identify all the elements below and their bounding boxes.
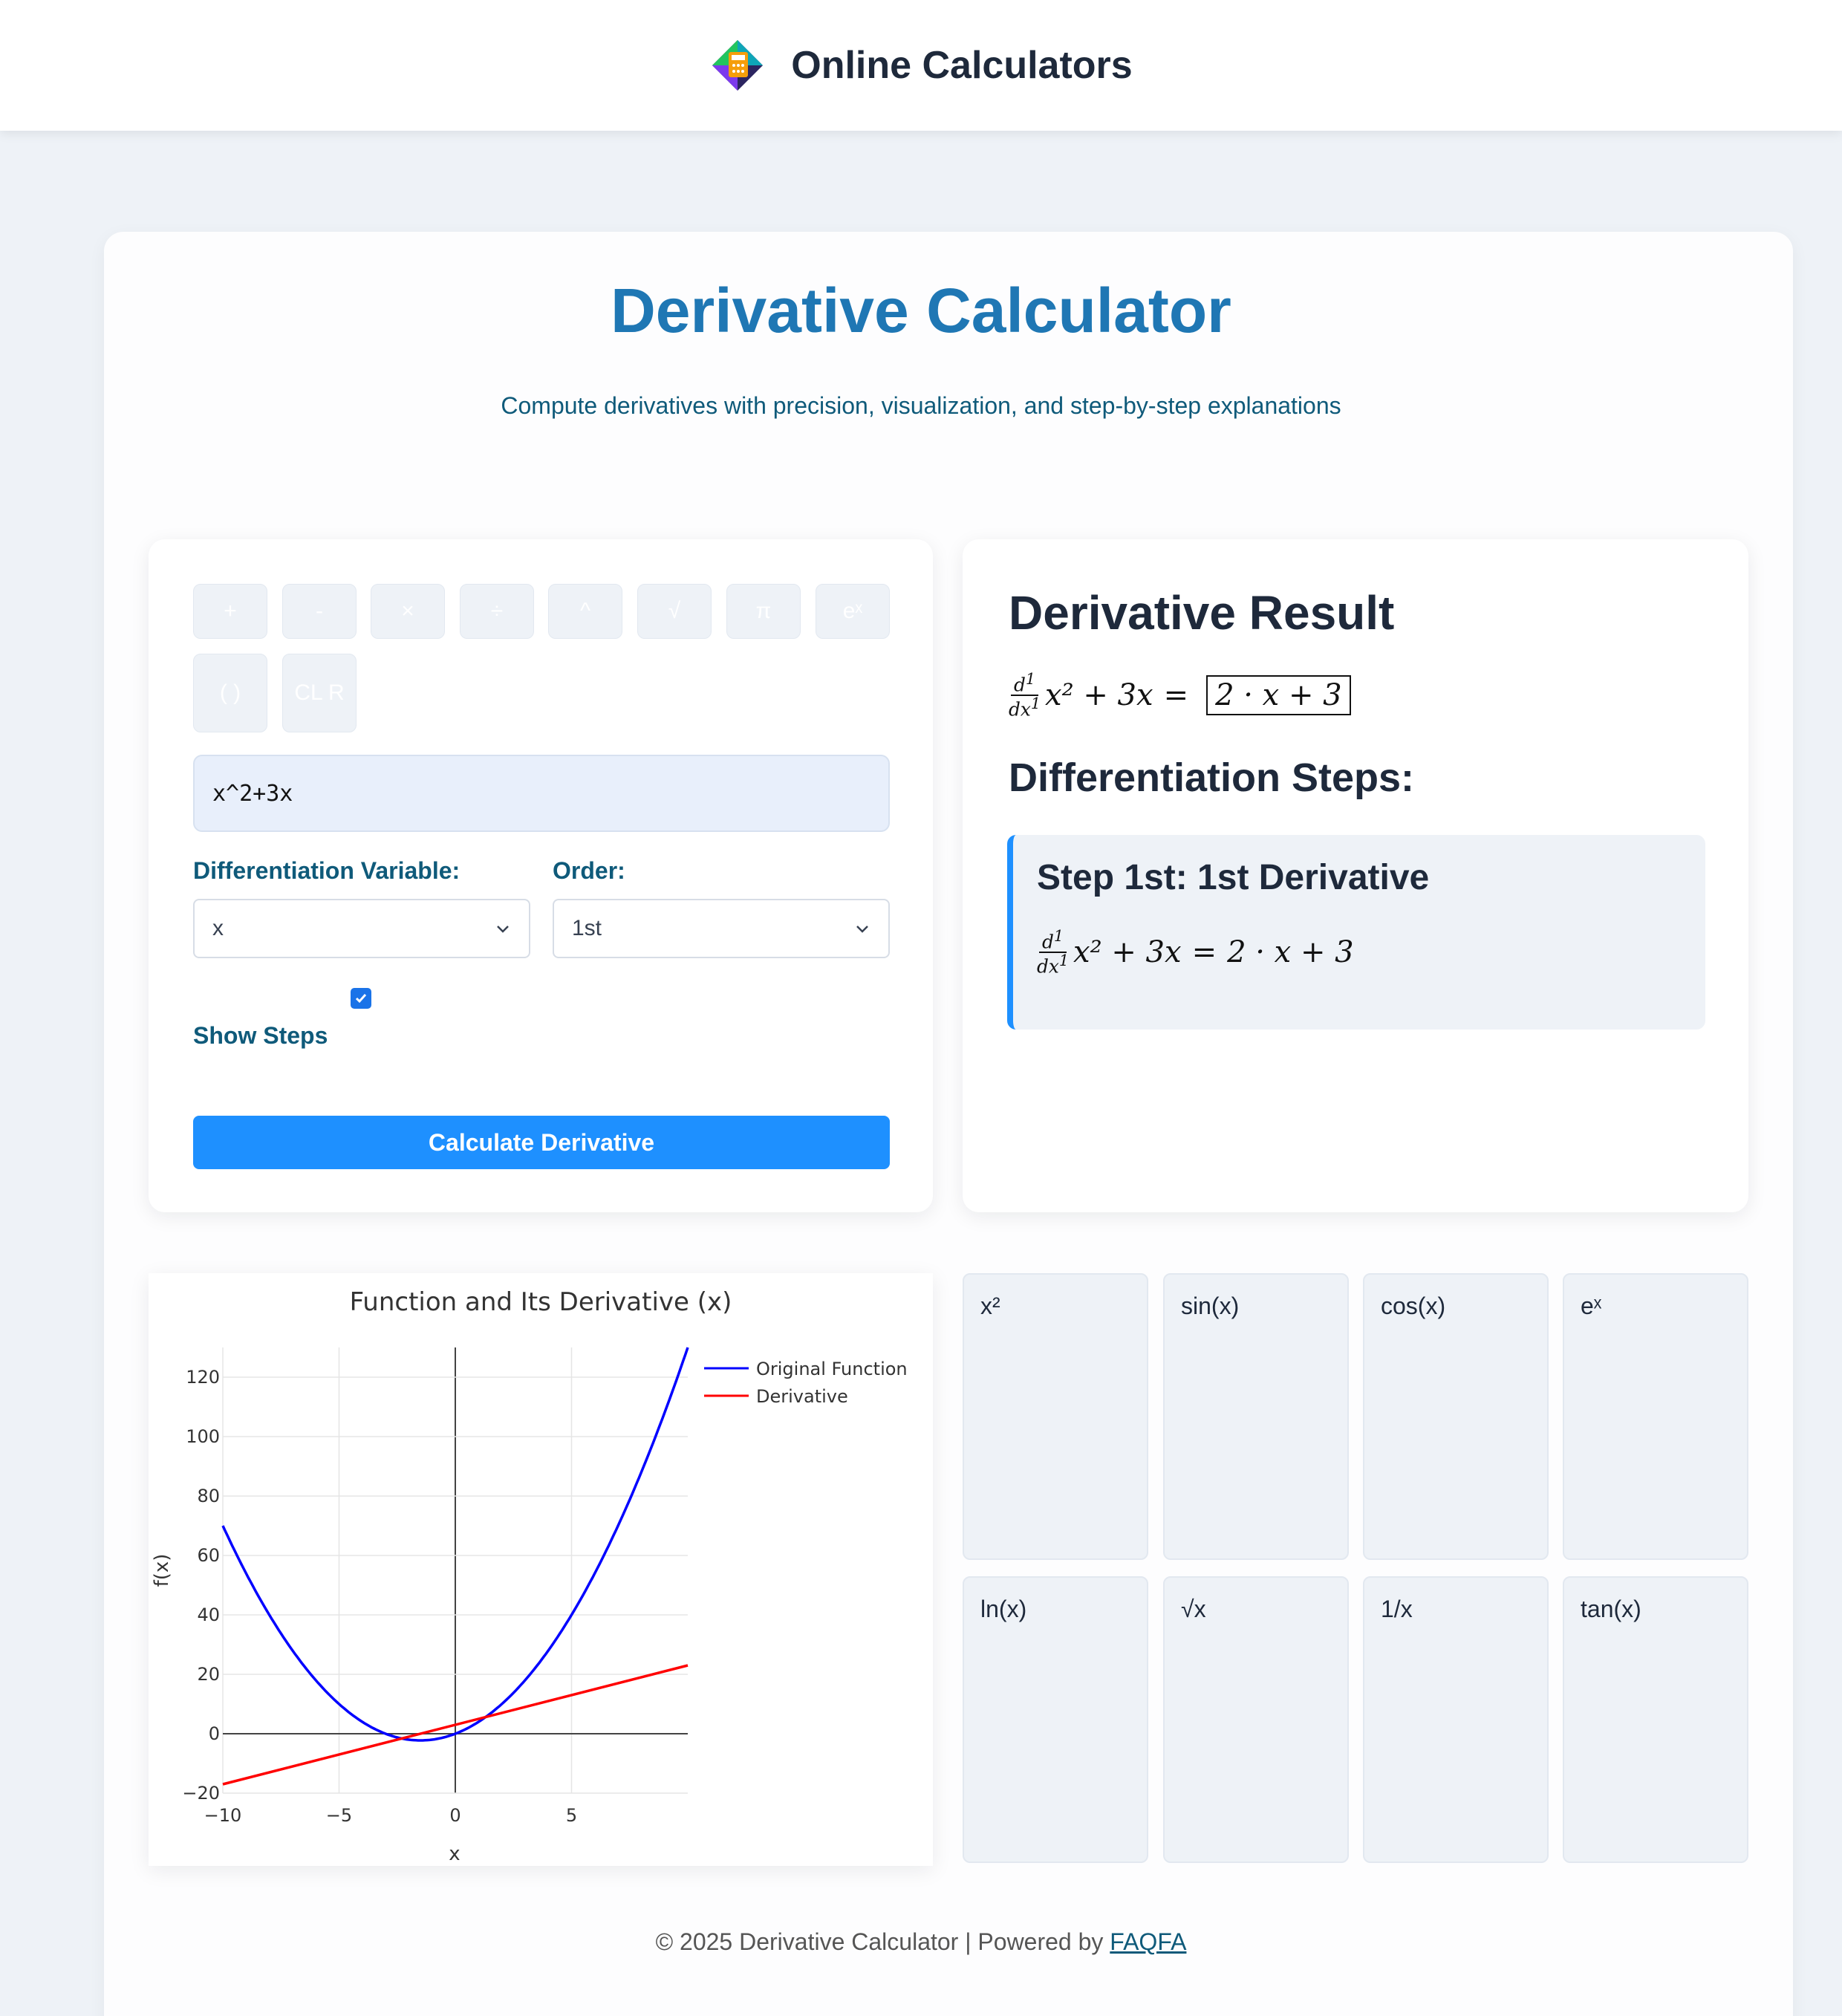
result-expression: x² + 3x	[1045, 678, 1153, 713]
tile-sin[interactable]: sin(x)	[1163, 1273, 1349, 1560]
order-sup: 1	[1030, 695, 1041, 713]
result-equation: d1 dx1 x² + 3x = 2 · x + 3	[1009, 670, 1351, 721]
x-tick-label: −10	[204, 1805, 242, 1826]
tile-tan[interactable]: tan(x)	[1563, 1576, 1748, 1863]
y-axis-label: f(x)	[151, 1554, 173, 1587]
input-panel: + - × ÷ ^ √ π eˣ ( ) CL R x^2+3x Differe…	[149, 539, 933, 1212]
order-select[interactable]: 1st	[553, 899, 890, 958]
y-tick-label: 100	[186, 1426, 220, 1447]
show-steps-checkbox[interactable]	[351, 988, 371, 1009]
variable-select[interactable]: x	[193, 899, 530, 958]
chevron-down-icon	[497, 926, 509, 933]
tile-label: tan(x)	[1581, 1596, 1641, 1622]
key-exp[interactable]: eˣ	[816, 584, 890, 639]
y-tick-label: 40	[197, 1604, 220, 1625]
site-name: Online Calculators	[791, 44, 1133, 87]
result-panel: Derivative Result d1 dx1 x² + 3x = 2 · x…	[963, 539, 1748, 1212]
tile-label: 1/x	[1381, 1596, 1413, 1622]
tile-label: cos(x)	[1381, 1292, 1446, 1319]
tile-label: x²	[980, 1292, 1000, 1319]
function-chart[interactable]: Function and Its Derivative (x) −10 −5 0 5−…	[149, 1273, 933, 1866]
order-sup: 1	[1025, 670, 1036, 688]
footer-text: © 2025 Derivative Calculator | Powered b…	[655, 1928, 1104, 1955]
tile-reciprocal[interactable]: 1/x	[1363, 1576, 1549, 1863]
key-plus[interactable]: +	[193, 584, 267, 639]
tile-ln[interactable]: ln(x)	[963, 1576, 1148, 1863]
tile-label: ln(x)	[980, 1596, 1027, 1622]
variable-label: Differentiation Variable:	[193, 857, 461, 884]
step-lhs: x² + 3x	[1073, 935, 1182, 970]
step-rhs: 2 · x + 3	[1227, 935, 1354, 970]
key-power[interactable]: ^	[548, 584, 622, 639]
order-sup: 1	[1058, 952, 1070, 970]
site-header: Online Calculators	[0, 0, 1842, 131]
derivative-operator: d1 dx1	[1037, 927, 1070, 978]
x-tick-label: 0	[449, 1805, 461, 1826]
tile-sqrt[interactable]: √x	[1163, 1576, 1349, 1863]
show-steps-label[interactable]: Show Steps	[193, 1022, 328, 1050]
x-tick-label: 5	[566, 1805, 577, 1826]
derivative-operator: d1 dx1	[1009, 670, 1041, 721]
key-multiply[interactable]: ×	[371, 584, 445, 639]
step-equation: d1 dx1 x² + 3x = 2 · x + 3	[1037, 927, 1354, 978]
key-sqrt[interactable]: √	[637, 584, 712, 639]
y-tick-label: 60	[197, 1545, 220, 1566]
step-title: Step 1st: 1st Derivative	[1037, 858, 1430, 897]
tile-label: sin(x)	[1181, 1292, 1240, 1319]
page-subtitle: Compute derivatives with precision, visu…	[501, 392, 1341, 419]
checkmark-icon	[355, 994, 367, 1004]
key-divide[interactable]: ÷	[460, 584, 534, 639]
tile-cos[interactable]: cos(x)	[1363, 1273, 1549, 1560]
order-label: Order:	[553, 857, 625, 884]
key-clear[interactable]: CL R	[282, 654, 357, 732]
chart-title: Function and Its Derivative (x)	[350, 1287, 732, 1317]
tile-exp[interactable]: eˣ	[1563, 1273, 1748, 1560]
key-minus[interactable]: -	[282, 584, 357, 639]
tile-label: eˣ	[1581, 1292, 1602, 1319]
order-sup: 1	[1053, 927, 1064, 945]
y-tick-label: 20	[197, 1664, 220, 1685]
key-parentheses[interactable]: ( )	[193, 654, 267, 732]
page-title: Derivative Calculator	[611, 276, 1231, 345]
footer-link[interactable]: FAQFA	[1110, 1928, 1186, 1955]
steps-title: Differentiation Steps:	[1009, 755, 1415, 800]
chart-panel[interactable]: Function and Its Derivative (x) −10 −5 0 5−…	[149, 1273, 933, 1866]
chevron-down-icon	[856, 926, 868, 933]
chart-ticks: −10 −5 0 5 −20 0 20 40 60 80 100 120	[182, 1367, 577, 1826]
tile-x-squared[interactable]: x²	[963, 1273, 1148, 1560]
tile-label: √x	[1181, 1596, 1206, 1622]
calculate-button[interactable]: Calculate Derivative	[193, 1116, 890, 1169]
y-tick-label: 0	[209, 1723, 220, 1744]
key-pi[interactable]: π	[726, 584, 801, 639]
x-axis-label: x	[449, 1843, 460, 1865]
expression-input[interactable]: x^2+3x	[193, 755, 890, 832]
y-tick-label: 80	[197, 1486, 220, 1506]
brand-link[interactable]: Online Calculators	[709, 37, 1133, 94]
variable-select-value: x	[212, 916, 224, 940]
chart-legend[interactable]: Original Function Derivative	[704, 1359, 908, 1407]
chart-grid	[222, 1347, 688, 1794]
y-tick-label: 120	[186, 1367, 220, 1388]
order-select-value: 1st	[572, 916, 602, 940]
calculator-logo-icon	[712, 40, 764, 91]
footer: © 2025 Derivative Calculator | Powered b…	[0, 1928, 1842, 1956]
step-card: Step 1st: 1st Derivative d1 dx1 x² + 3x …	[1007, 835, 1705, 1030]
y-tick-label: −20	[182, 1783, 220, 1804]
result-answer: 2 · x + 3	[1206, 675, 1351, 716]
result-title: Derivative Result	[1009, 586, 1395, 640]
legend-original[interactable]: Original Function	[756, 1359, 908, 1379]
legend-derivative[interactable]: Derivative	[756, 1386, 848, 1407]
x-tick-label: −5	[326, 1805, 352, 1826]
